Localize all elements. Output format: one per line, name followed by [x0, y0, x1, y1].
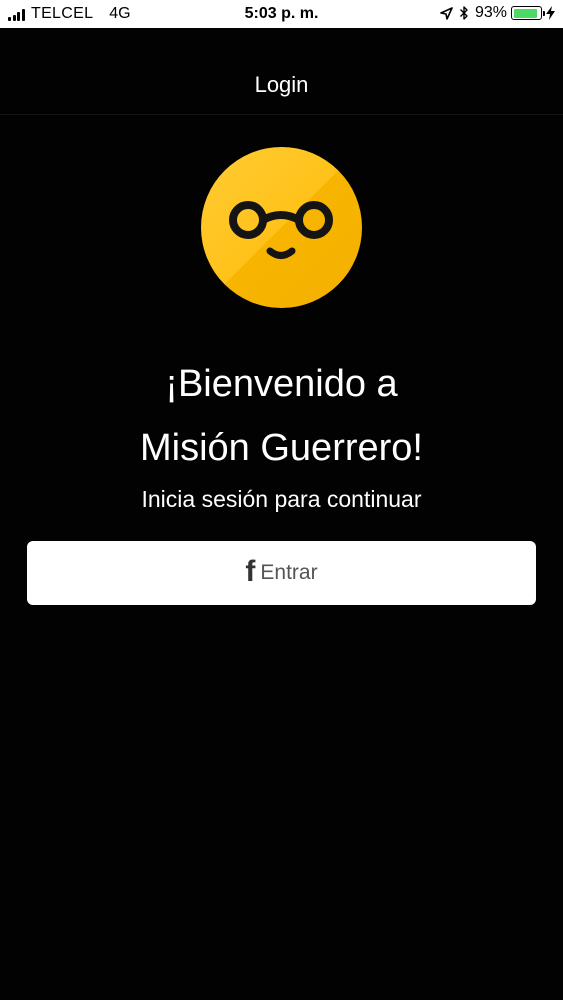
facebook-f-icon: f: [245, 555, 256, 588]
welcome-heading-line1: ¡Bienvenido a: [165, 363, 398, 405]
app-logo: [201, 147, 362, 308]
login-screen: TELCEL 4G 5:03 p. m. 93% Login ¡Bienveni…: [0, 0, 563, 1000]
status-bar: TELCEL 4G 5:03 p. m. 93%: [0, 0, 563, 28]
nerd-smiley-glasses-icon: [229, 201, 333, 259]
location-arrow-icon: [440, 6, 453, 20]
status-right: 93%: [440, 4, 555, 22]
login-subtitle: Inicia sesión para continuar: [141, 486, 422, 512]
battery-percent: 93%: [474, 4, 507, 21]
charging-bolt-icon: [546, 6, 555, 20]
facebook-login-button[interactable]: f Entrar: [27, 541, 536, 605]
page-title: Login: [254, 72, 309, 97]
battery-icon: [511, 6, 545, 20]
facebook-login-label: Entrar: [260, 561, 318, 584]
navigation-bar: Login: [0, 28, 563, 115]
bluetooth-icon: [459, 6, 468, 20]
welcome-heading-line2: Misión Guerrero!: [140, 427, 423, 469]
